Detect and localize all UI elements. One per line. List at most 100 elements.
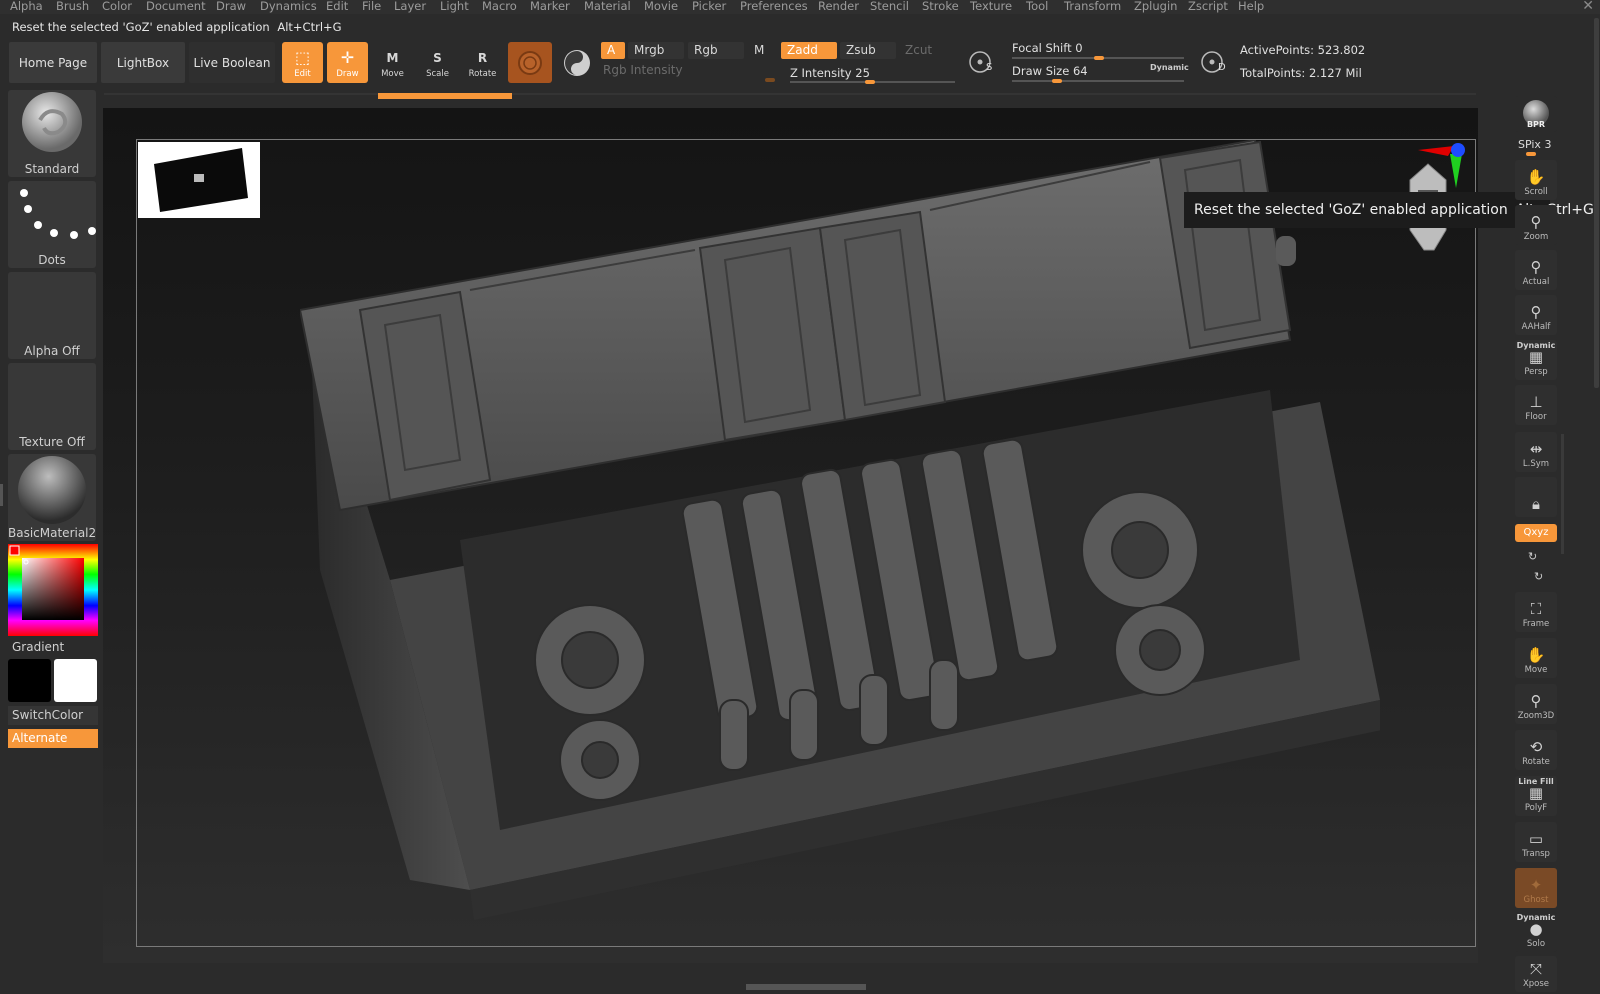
- transp-button[interactable]: ▭ Transp: [1515, 822, 1557, 862]
- menu-dynamics[interactable]: Dynamics: [260, 0, 317, 13]
- main-color-swatch[interactable]: [54, 659, 97, 702]
- zoom-target-button[interactable]: D: [1196, 46, 1230, 80]
- right-scrollbar[interactable]: [1594, 18, 1599, 388]
- lazy-mouse-button[interactable]: S: [964, 46, 998, 80]
- z-intensity-knob[interactable]: [865, 80, 875, 84]
- menu-render[interactable]: Render: [818, 0, 859, 13]
- rgb-toggle[interactable]: Rgb: [688, 42, 744, 59]
- close-icon[interactable]: ✕: [1582, 0, 1594, 14]
- zoom3d-button[interactable]: ⚲ Zoom3D: [1515, 684, 1557, 724]
- menu-movie[interactable]: Movie: [644, 0, 678, 13]
- xyz-toggle[interactable]: Qxyz: [1515, 524, 1557, 542]
- m-toggle[interactable]: M: [748, 42, 772, 59]
- rotate-y-icon[interactable]: ↻: [1528, 550, 1537, 563]
- bpr-button[interactable]: BPR: [1515, 96, 1557, 132]
- zadd-toggle[interactable]: Zadd: [781, 42, 837, 59]
- mrgb-toggle[interactable]: Mrgb: [628, 42, 684, 59]
- texture-thumb[interactable]: Texture Off: [8, 363, 96, 450]
- spix-slider[interactable]: SPix 3: [1518, 138, 1551, 151]
- menu-preferences[interactable]: Preferences: [740, 0, 808, 13]
- stroke-sphere-button[interactable]: [556, 42, 598, 83]
- draw-size-knob[interactable]: [1052, 79, 1062, 83]
- menu-marker[interactable]: Marker: [530, 0, 570, 13]
- brush-thumb[interactable]: Standard: [8, 90, 96, 177]
- menu-picker[interactable]: Picker: [692, 0, 726, 13]
- menu-layer[interactable]: Layer: [394, 0, 426, 13]
- persp-button[interactable]: Dynamic ▦ Persp: [1515, 340, 1557, 380]
- left-tray-handle[interactable]: [0, 484, 3, 506]
- solo-button[interactable]: Dynamic ● Solo: [1515, 912, 1557, 952]
- lsym-label: L.Sym: [1522, 459, 1550, 469]
- rgb-intensity-slider[interactable]: Rgb Intensity: [597, 62, 772, 79]
- menu-edit[interactable]: Edit: [326, 0, 348, 13]
- color-wheel-icon: [8, 544, 98, 636]
- a-toggle[interactable]: A: [601, 42, 625, 59]
- spix-knob[interactable]: [1526, 152, 1536, 156]
- draw-button[interactable]: ✛ Draw: [327, 42, 368, 83]
- persp-label: Persp: [1524, 367, 1548, 377]
- zoom-button[interactable]: ⚲ Zoom: [1515, 205, 1557, 245]
- secondary-color-swatch[interactable]: [8, 659, 51, 702]
- menu-texture[interactable]: Texture: [970, 0, 1012, 13]
- rotate-button[interactable]: R Rotate: [462, 42, 503, 83]
- focal-shift-slider[interactable]: Focal Shift 0: [1012, 41, 1083, 55]
- material-label: BasicMaterial2: [8, 526, 96, 540]
- alternate-button[interactable]: Alternate: [8, 729, 98, 748]
- menu-brush[interactable]: Brush: [56, 0, 89, 13]
- bpr-label: BPR: [1526, 120, 1546, 129]
- lsym-button[interactable]: ⇹ L.Sym: [1515, 432, 1557, 472]
- ghost-button[interactable]: ✦ Ghost: [1515, 868, 1557, 908]
- menu-file[interactable]: File: [362, 0, 381, 13]
- material-thumb[interactable]: BasicMaterial2: [8, 454, 96, 541]
- menu-macro[interactable]: Macro: [482, 0, 517, 13]
- menu-material[interactable]: Material: [584, 0, 631, 13]
- color-picker[interactable]: [8, 544, 98, 636]
- right-tray-handle[interactable]: [1561, 434, 1564, 554]
- home-page-button[interactable]: Home Page: [9, 42, 97, 83]
- menu-zplugin[interactable]: Zplugin: [1134, 0, 1177, 13]
- frame-button[interactable]: ⛶ Frame: [1515, 592, 1557, 632]
- alpha-thumb[interactable]: Alpha Off: [8, 272, 96, 359]
- lightbox-button[interactable]: LightBox: [101, 42, 185, 83]
- draw-size-slider[interactable]: Draw Size 64: [1012, 64, 1088, 78]
- stroke-thumb[interactable]: Dots: [8, 181, 96, 268]
- menu-color[interactable]: Color: [102, 0, 132, 13]
- menu-light[interactable]: Light: [440, 0, 469, 13]
- actual-button[interactable]: ⚲ Actual: [1515, 250, 1557, 290]
- scroll-button[interactable]: ✋ Scroll: [1515, 160, 1557, 200]
- lock-button[interactable]: 🔒︎: [1515, 477, 1557, 517]
- aahalf-button[interactable]: ⚲ AAHalf: [1515, 295, 1557, 335]
- menu-stencil[interactable]: Stencil: [870, 0, 909, 13]
- menu-tool[interactable]: Tool: [1026, 0, 1048, 13]
- rotate-z-icon[interactable]: ↻: [1534, 570, 1543, 583]
- polyf-label: PolyF: [1524, 803, 1548, 813]
- mech-model[interactable]: [300, 140, 1380, 920]
- material-picker-button[interactable]: [508, 42, 552, 83]
- zcut-toggle[interactable]: Zcut: [899, 42, 955, 59]
- bottom-tray-handle[interactable]: [746, 984, 866, 990]
- switch-color-button[interactable]: SwitchColor: [8, 706, 98, 725]
- zsub-toggle[interactable]: Zsub: [840, 42, 896, 59]
- live-boolean-button[interactable]: Live Boolean: [189, 42, 275, 83]
- menu-alpha[interactable]: Alpha: [10, 0, 43, 13]
- polyf-button[interactable]: Line Fill ▦ PolyF: [1515, 776, 1557, 816]
- rgb-intensity-knob[interactable]: [765, 78, 775, 82]
- scale-button[interactable]: S Scale: [417, 42, 458, 83]
- move-view-button[interactable]: ✋ Move: [1515, 638, 1557, 678]
- edit-button[interactable]: ⬚ Edit: [282, 42, 323, 83]
- menu-document[interactable]: Document: [146, 0, 206, 13]
- floor-button[interactable]: ⊥ Floor: [1515, 385, 1557, 425]
- menu-help[interactable]: Help: [1238, 0, 1264, 13]
- menu-transform[interactable]: Transform: [1064, 0, 1121, 13]
- xpose-button[interactable]: ⤧ Xpose: [1515, 956, 1557, 992]
- gradient-label[interactable]: Gradient: [12, 640, 64, 654]
- dynamic-toggle[interactable]: Dynamic: [1150, 63, 1189, 72]
- menu-stroke[interactable]: Stroke: [922, 0, 959, 13]
- z-intensity-slider[interactable]: Z Intensity 25: [790, 66, 870, 80]
- move-button[interactable]: M Move: [372, 42, 413, 83]
- menu-zscript[interactable]: Zscript: [1188, 0, 1228, 13]
- focal-shift-knob[interactable]: [1094, 56, 1104, 60]
- rotate-view-button[interactable]: ⟲ Rotate: [1515, 730, 1557, 770]
- menu-draw[interactable]: Draw: [216, 0, 246, 13]
- navigator-thumbnail[interactable]: [138, 142, 260, 218]
